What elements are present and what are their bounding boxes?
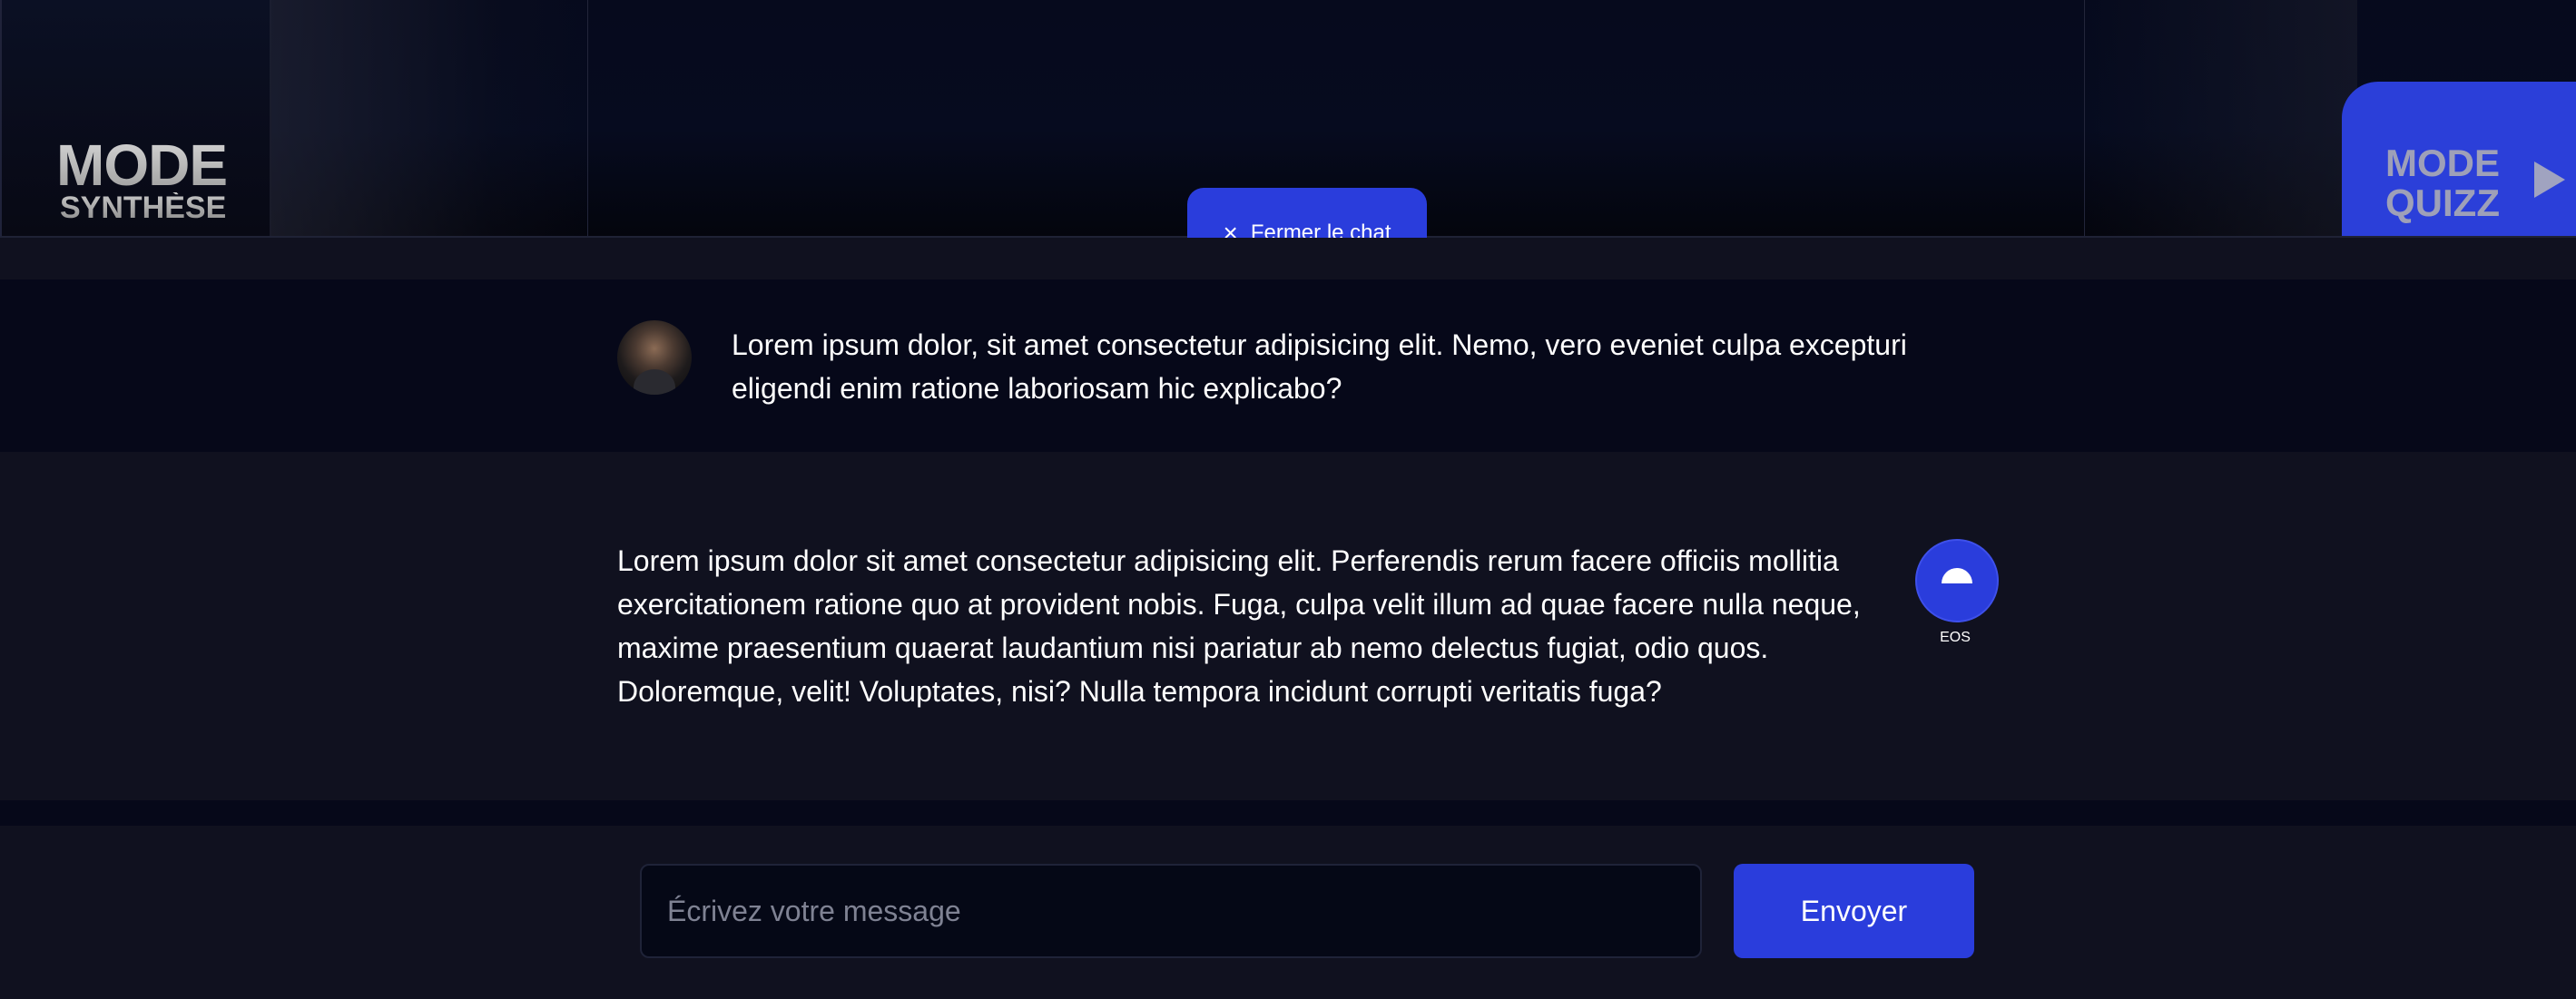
assistant-message-row: Lorem ipsum dolor sit amet consectetur a… [0,452,2576,800]
message-input[interactable] [640,864,1702,958]
assistant-message-text: Lorem ipsum dolor sit amet consectetur a… [617,544,1861,708]
assistant-name: EOS [1940,630,1971,645]
eos-logo-icon [1942,568,1972,583]
synthese-panel[interactable]: MODE SYNTHÈSE [0,0,271,236]
composer-divider [0,800,2576,826]
user-avatar [617,320,692,395]
chat-top-strip [0,238,2576,279]
mode-quizz-line1: MODE [2385,142,2500,184]
mode-quizz-button[interactable]: MODE QUIZZ [2342,82,2576,236]
assistant-avatar [1915,539,1999,622]
header-shade-right [2084,0,2357,236]
mode-synthese-title: MODE [56,132,228,198]
mode-synthese-subtitle: SYNTHÈSE [60,191,227,225]
user-message-row: Lorem ipsum dolor, sit amet consectetur … [0,279,2576,452]
mode-quizz-line2: QUIZZ [2385,181,2500,225]
header-shade-left [270,0,588,236]
play-icon [2534,162,2565,198]
composer: Envoyer [0,826,2576,999]
mode-quizz-label: MODE QUIZZ [2385,142,2500,225]
send-button[interactable]: Envoyer [1734,864,1974,958]
user-message-text: Lorem ipsum dolor, sit amet consectetur … [732,328,1907,405]
mode-synthese-label: MODE SYNTHÈSE [56,136,228,225]
